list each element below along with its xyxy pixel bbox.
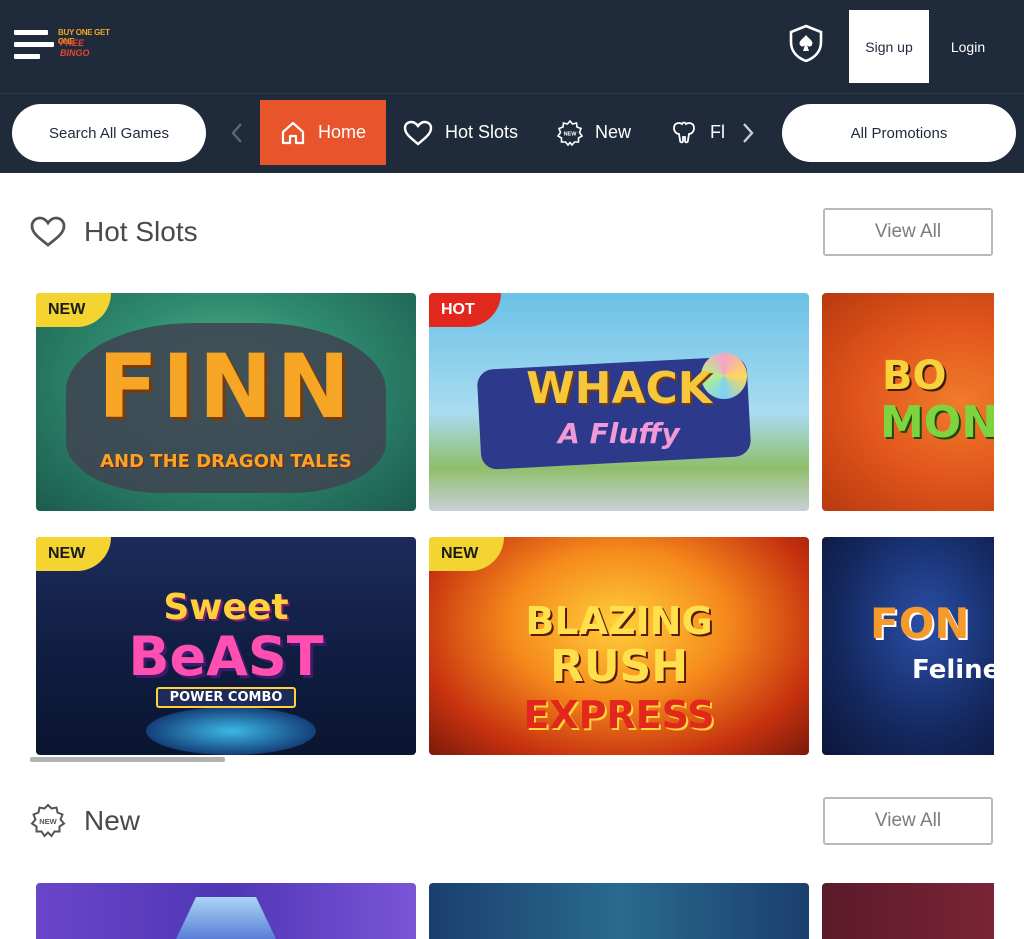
game-artwork — [429, 883, 809, 939]
game-title: WHACK — [526, 363, 712, 414]
svg-text:NEW: NEW — [39, 817, 57, 826]
section-title: New — [84, 805, 141, 836]
game-title: Sweet — [163, 587, 289, 628]
heart-icon — [403, 120, 433, 146]
logo-line-2: FREE BINGO — [60, 38, 90, 58]
section-title: Hot Slots — [84, 216, 198, 247]
game-tile-sweet-beast[interactable]: Sweet BeAST POWER COMBO NEW — [36, 537, 416, 755]
hot-slots-view-all-button[interactable]: View All — [823, 208, 993, 256]
nav-item-label: Home — [317, 122, 366, 142]
game-subtitle: AND THE DRAGON TALES — [100, 451, 352, 472]
game-title: BO — [882, 353, 947, 399]
game-tile-new-1[interactable] — [36, 883, 416, 939]
elephant-icon — [670, 120, 698, 146]
game-artwork — [822, 883, 994, 939]
nav-item-label: Fl — [710, 122, 725, 142]
responsible-gaming-shield-icon[interactable] — [788, 24, 824, 63]
category-nav-bar: Search All Games Home Hot Slots NEW New — [0, 93, 1024, 173]
nav-scroll-left-chevron-icon[interactable] — [228, 120, 248, 146]
game-title: FON — [870, 599, 970, 648]
top-header: BUY ONE GET ONE FREE BINGO Sign up Login — [0, 0, 1024, 93]
nav-item-home[interactable]: Home — [260, 100, 386, 165]
nav-item-label: Hot Slots — [445, 122, 519, 142]
new-badge-icon: NEW — [28, 803, 68, 839]
game-tile-partial-1[interactable]: BO MON — [822, 293, 994, 511]
game-tile-blazing-rush-express[interactable]: BLAZING RUSH EXPRESS NEW — [429, 537, 809, 755]
hot-slots-section-header: Hot Slots — [28, 207, 198, 257]
home-icon — [280, 120, 306, 146]
search-all-games-button[interactable]: Search All Games — [12, 104, 206, 162]
game-title: FINN — [97, 335, 355, 438]
game-tile-finn-dragon-tales[interactable]: FINN AND THE DRAGON TALES NEW — [36, 293, 416, 511]
heart-outline-icon — [28, 216, 68, 248]
game-title: BLAZING — [525, 599, 713, 643]
game-subtitle: RUSH — [549, 641, 689, 692]
game-tagline: POWER COMBO — [156, 687, 296, 708]
game-subtitle: Feline — [912, 655, 994, 685]
brand-logo[interactable]: BUY ONE GET ONE FREE BINGO — [58, 28, 110, 58]
game-subtitle: A Fluffy — [558, 417, 680, 450]
nav-item-featured[interactable]: Fl — [670, 100, 728, 165]
game-subtitle: BeAST — [128, 625, 324, 688]
game-tile-whack-a-fluffy[interactable]: WHACK A Fluffy HOT — [429, 293, 809, 511]
nav-item-hot-slots[interactable]: Hot Slots — [403, 100, 518, 165]
login-button[interactable]: Login — [936, 10, 1000, 83]
hamburger-menu-icon[interactable] — [14, 28, 54, 62]
nav-item-label: New — [595, 122, 632, 142]
nav-scroll-right-chevron-icon[interactable] — [738, 120, 758, 146]
all-promotions-button[interactable]: All Promotions — [782, 104, 1016, 162]
new-section-header: NEW New — [28, 796, 140, 846]
nav-item-new[interactable]: NEW New — [557, 100, 631, 165]
game-tile-new-2[interactable] — [429, 883, 809, 939]
game-tagline: EXPRESS — [523, 693, 715, 737]
carousel-scrollbar[interactable] — [30, 757, 225, 762]
game-tile-new-3[interactable] — [822, 883, 994, 939]
svg-text:NEW: NEW — [564, 131, 578, 137]
sign-up-button[interactable]: Sign up — [849, 10, 929, 83]
game-tile-partial-2[interactable]: FON Feline — [822, 537, 994, 755]
new-badge-icon: NEW — [557, 119, 583, 146]
game-subtitle: MON — [880, 397, 994, 448]
new-view-all-button[interactable]: View All — [823, 797, 993, 845]
game-artwork — [36, 883, 416, 939]
